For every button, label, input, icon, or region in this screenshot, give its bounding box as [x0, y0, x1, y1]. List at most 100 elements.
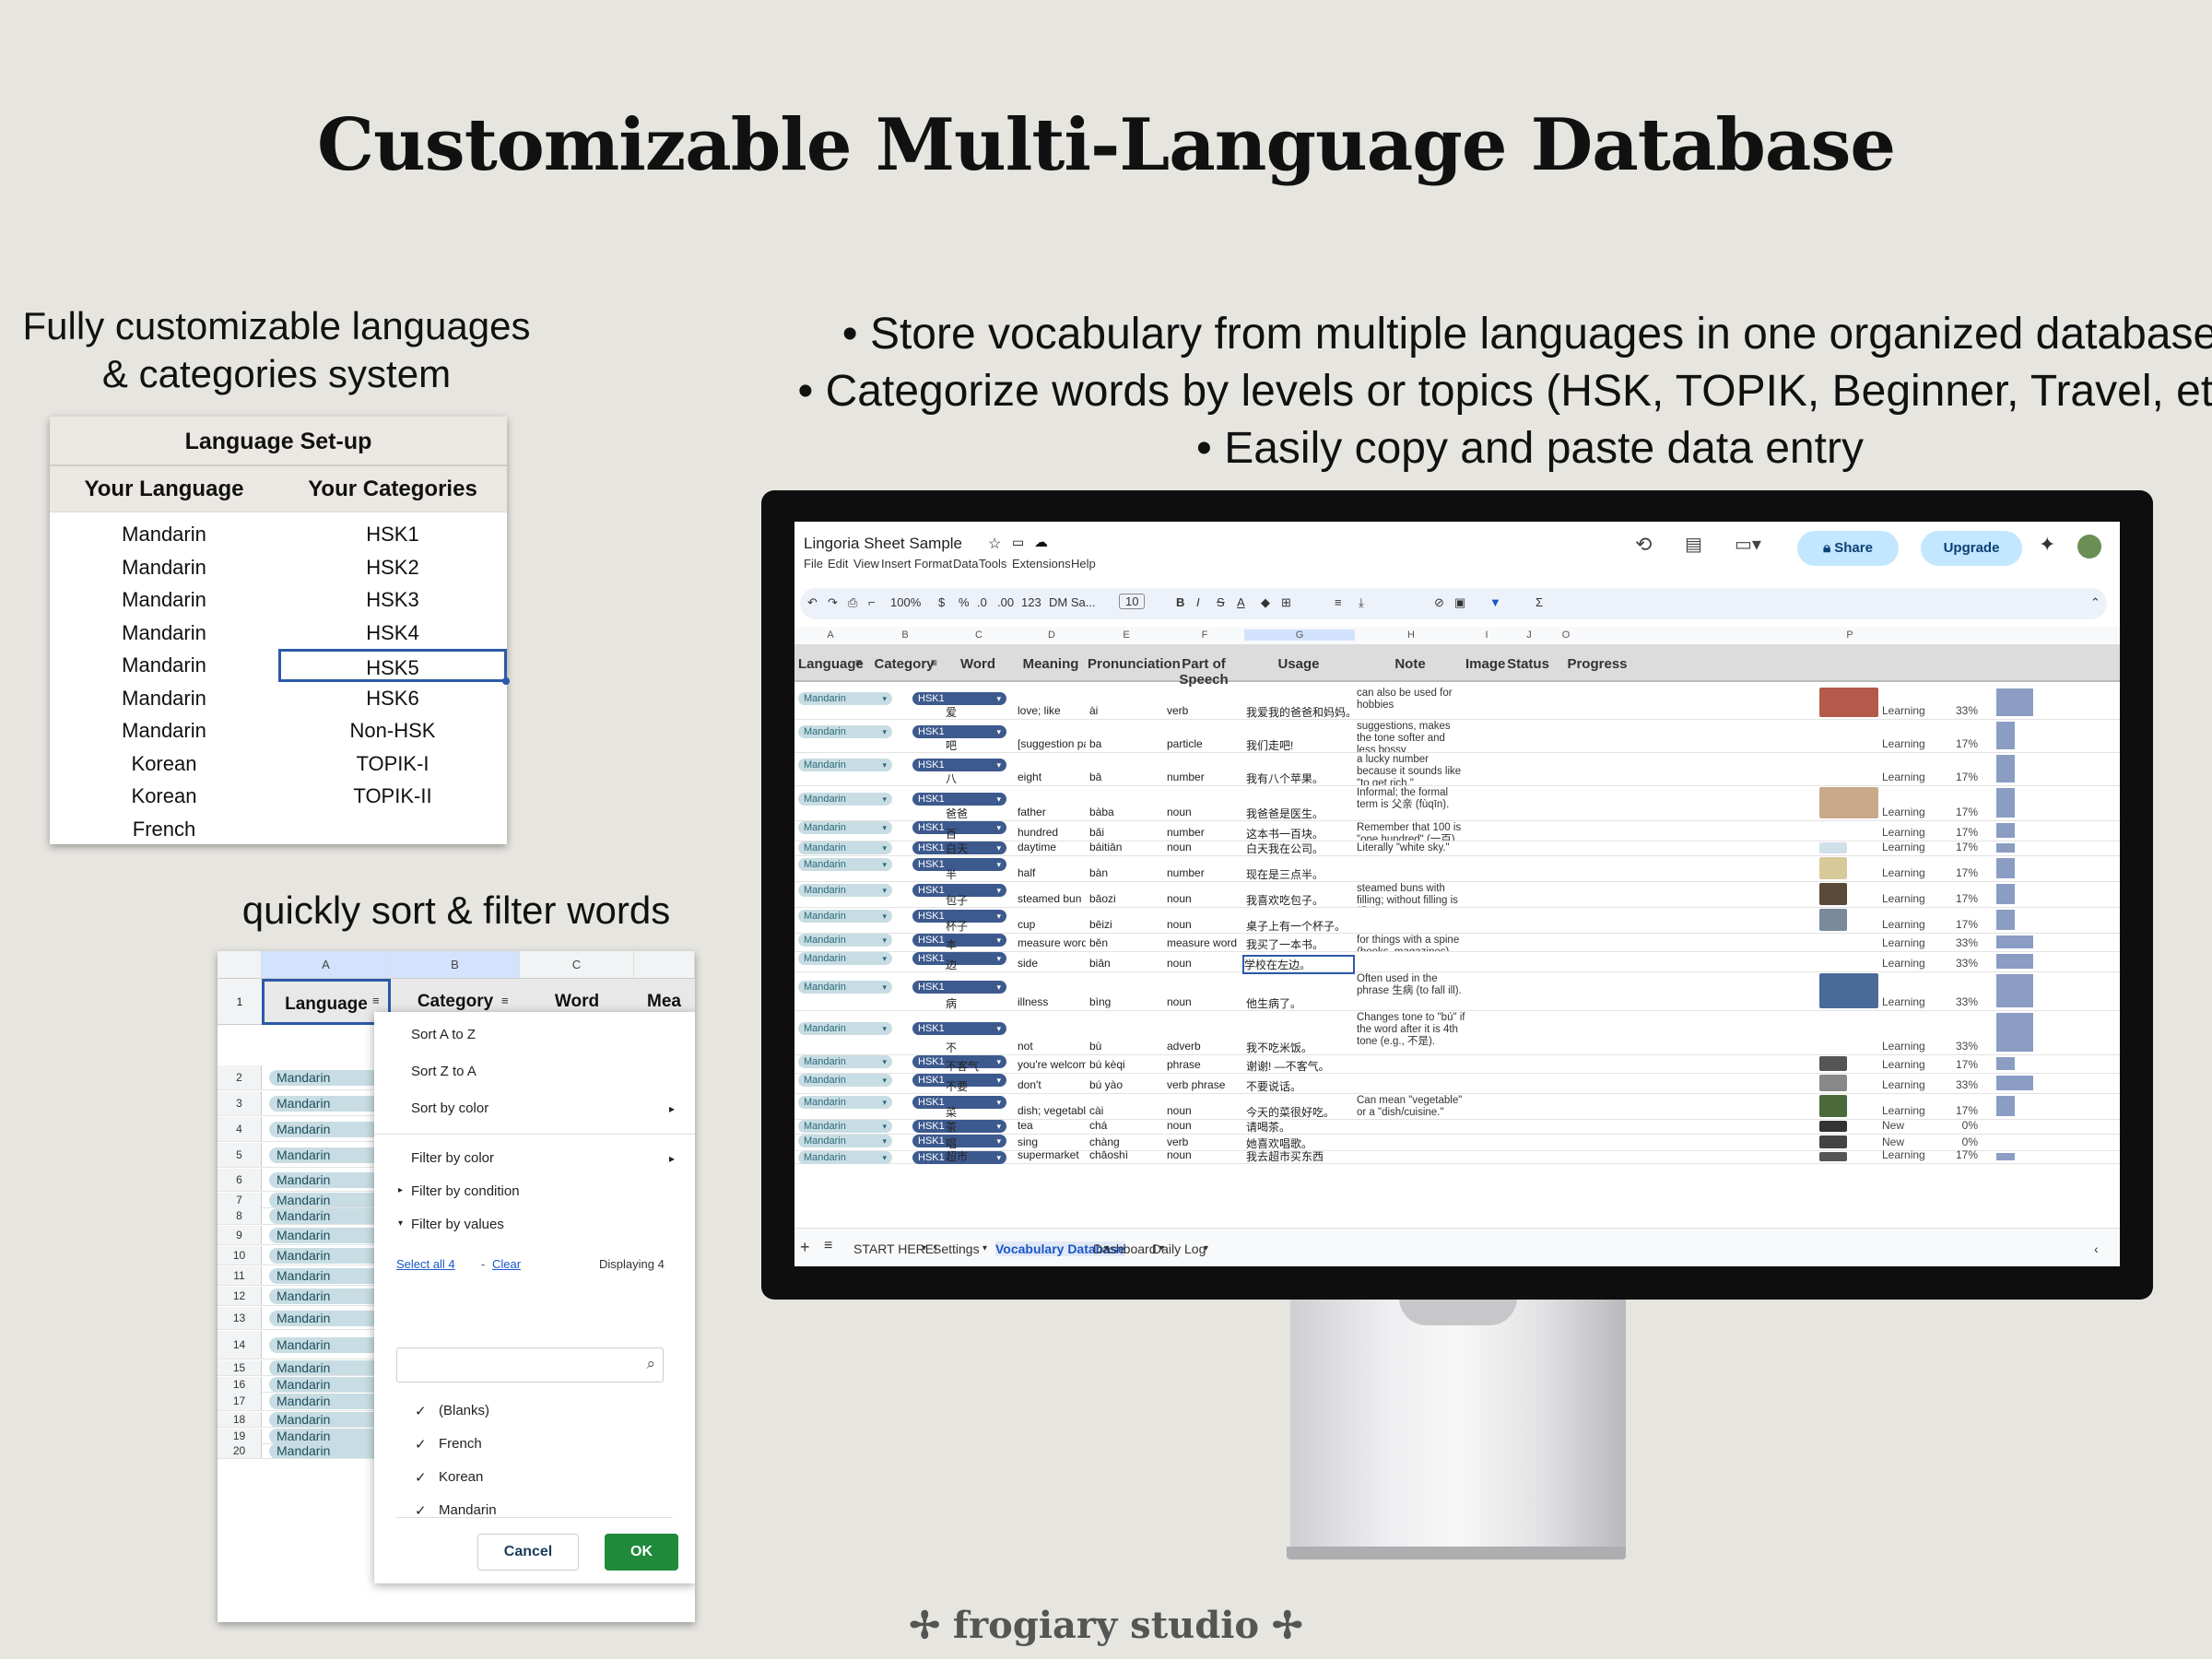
language-chip[interactable]: Mandarin	[269, 1171, 385, 1188]
redo-icon[interactable]: ↷	[828, 595, 838, 610]
word-cell[interactable]: 爸爸	[946, 806, 1012, 821]
link-icon[interactable]: ⊘	[1434, 595, 1444, 610]
language-chip[interactable]: Mandarin	[269, 1193, 385, 1208]
clear-link[interactable]: Clear	[492, 1257, 521, 1271]
column-letter-f[interactable]: F	[1165, 629, 1244, 641]
language-chip[interactable]: Mandarin	[798, 981, 892, 994]
part-of-speech-cell[interactable]: verb phrase	[1167, 1078, 1242, 1091]
language-chip[interactable]: Mandarin	[798, 1074, 892, 1087]
language-chip[interactable]: Mandarin	[269, 1095, 385, 1112]
word-cell[interactable]: 杯子	[946, 918, 1012, 934]
tab-settings[interactable]: Settings	[933, 1241, 980, 1256]
tab-menu-chevron-icon[interactable]: ▾	[982, 1243, 987, 1253]
increase-decimal[interactable]: .00	[997, 595, 1014, 609]
add-sheet-icon[interactable]: +	[800, 1238, 810, 1257]
pronunciation-cell[interactable]: chá	[1089, 1119, 1163, 1132]
fill-color-icon[interactable]: ◆	[1261, 595, 1270, 610]
meaning-cell[interactable]: steamed bun	[1018, 892, 1086, 905]
usage-cell[interactable]: 请喝茶。	[1246, 1119, 1355, 1135]
note-cell[interactable]: for things with a spine (books, magazine…	[1357, 935, 1465, 951]
word-cell[interactable]: 菜	[946, 1104, 1012, 1120]
language-header[interactable]: Language	[262, 979, 391, 1025]
pronunciation-cell[interactable]: ba	[1089, 737, 1163, 750]
column-letter-i[interactable]: I	[1467, 629, 1506, 641]
pronunciation-cell[interactable]: cài	[1089, 1104, 1163, 1117]
pronunciation-cell[interactable]: ài	[1089, 704, 1163, 717]
note-cell[interactable]: suggestions, makes the tone softer and l…	[1357, 721, 1465, 752]
note-cell[interactable]: Remember that 100 is "one hundred" (一百),…	[1357, 822, 1465, 841]
pronunciation-cell[interactable]: bú kèqi	[1089, 1058, 1163, 1071]
header-part-of-speech[interactable]: Part of Speech	[1165, 656, 1242, 688]
usage-cell[interactable]: 今天的菜很好吃。	[1246, 1104, 1355, 1120]
setup-language-cell[interactable]: French	[50, 813, 278, 846]
meaning-cell[interactable]: daytime	[1018, 841, 1086, 853]
usage-cell[interactable]: 桌子上有一个杯子。	[1246, 918, 1355, 934]
language-chip[interactable]: Mandarin	[269, 1069, 385, 1086]
header-word[interactable]: Word	[942, 656, 1014, 672]
language-chip[interactable]: Mandarin	[798, 1120, 892, 1133]
meaning-cell[interactable]: don't	[1018, 1078, 1086, 1091]
bold-icon[interactable]: B	[1176, 595, 1184, 609]
column-letter-c[interactable]: C	[520, 951, 634, 979]
language-chip[interactable]: Mandarin	[269, 1207, 385, 1224]
meaning-cell[interactable]: you're welcome	[1018, 1058, 1086, 1071]
word-cell[interactable]: 茶	[946, 1119, 1012, 1135]
category-chip[interactable]: HSK1	[912, 692, 1006, 705]
menu-edit[interactable]: Edit	[828, 557, 848, 571]
word-cell[interactable]: 不要	[946, 1078, 1012, 1094]
meet-icon[interactable]: ▭▾	[1735, 533, 1761, 556]
word-cell[interactable]: 半	[946, 866, 1012, 882]
part-of-speech-cell[interactable]: particle	[1167, 737, 1242, 750]
part-of-speech-cell[interactable]: phrase	[1167, 1058, 1242, 1071]
strikethrough-icon[interactable]: S	[1217, 595, 1225, 609]
filter-icon[interactable]: ≡	[372, 994, 380, 1007]
pronunciation-cell[interactable]: bìng	[1089, 995, 1163, 1008]
sort-z-to-a[interactable]: Sort Z to A	[411, 1064, 477, 1079]
document-title[interactable]: Lingoria Sheet Sample	[804, 535, 962, 553]
header-pronunciation[interactable]: Pronunciation	[1088, 656, 1181, 672]
tab-menu-chevron-icon[interactable]: ▾	[1204, 1243, 1208, 1253]
language-chip[interactable]: Mandarin	[798, 821, 892, 834]
part-of-speech-cell[interactable]: measure word	[1167, 936, 1242, 949]
corner-cell[interactable]	[218, 951, 262, 979]
pronunciation-cell[interactable]: báitiān	[1089, 841, 1163, 853]
setup-category-cell[interactable]: HSK1	[278, 518, 507, 551]
sort-a-to-z[interactable]: Sort A to Z	[411, 1027, 476, 1042]
header-usage[interactable]: Usage	[1244, 656, 1353, 672]
column-letter-d[interactable]	[634, 951, 695, 979]
usage-cell[interactable]: 现在是三点半。	[1246, 866, 1355, 882]
text-color-icon[interactable]: A	[1237, 595, 1245, 609]
language-chip[interactable]: Mandarin	[269, 1227, 385, 1243]
status-cell[interactable]: Learning	[1882, 737, 1925, 750]
note-cell[interactable]: Can mean "vegetable" or a "dish/cuisine.…	[1357, 1095, 1465, 1119]
part-of-speech-cell[interactable]: verb	[1167, 1135, 1242, 1148]
category-chip[interactable]: HSK1	[912, 725, 1006, 738]
setup-language-cell[interactable]: Mandarin	[50, 551, 278, 584]
language-chip[interactable]: Mandarin	[269, 1393, 385, 1409]
decrease-decimal[interactable]: .0	[977, 595, 987, 609]
language-chip[interactable]: Mandarin	[269, 1147, 385, 1163]
italic-icon[interactable]: I	[1196, 595, 1200, 609]
setup-category-cell[interactable]: Non-HSK	[278, 714, 507, 747]
menu-tools[interactable]: Tools	[979, 557, 1006, 571]
meaning-cell[interactable]: supermarket	[1018, 1148, 1086, 1161]
part-of-speech-cell[interactable]: noun	[1167, 918, 1242, 931]
meaning-cell[interactable]: eight	[1018, 771, 1086, 783]
meaning-cell[interactable]: father	[1018, 806, 1086, 818]
setup-language-cell[interactable]: Mandarin	[50, 617, 278, 650]
part-of-speech-cell[interactable]: number	[1167, 826, 1242, 839]
usage-cell[interactable]: 谢谢! —不客气。	[1246, 1058, 1355, 1074]
setup-language-cell[interactable]: Mandarin	[50, 714, 278, 747]
usage-cell[interactable]: 不要说话。	[1246, 1078, 1355, 1094]
usage-cell[interactable]: 他生病了。	[1246, 995, 1355, 1011]
undo-icon[interactable]: ↶	[807, 595, 818, 610]
setup-language-cell[interactable]: Mandarin	[50, 583, 278, 617]
meaning-cell[interactable]: measure word for books	[1018, 936, 1086, 949]
pronunciation-cell[interactable]: bā	[1089, 771, 1163, 783]
header-meaning[interactable]: Meaning	[1016, 656, 1086, 672]
filter-icon[interactable]: ▼	[1489, 595, 1501, 609]
note-cell[interactable]: Literally "white sky."	[1357, 842, 1465, 855]
meaning-cell[interactable]: hundred	[1018, 826, 1086, 839]
comment-icon[interactable]: ▤	[1685, 533, 1702, 556]
word-cell[interactable]: 百	[946, 826, 1012, 841]
